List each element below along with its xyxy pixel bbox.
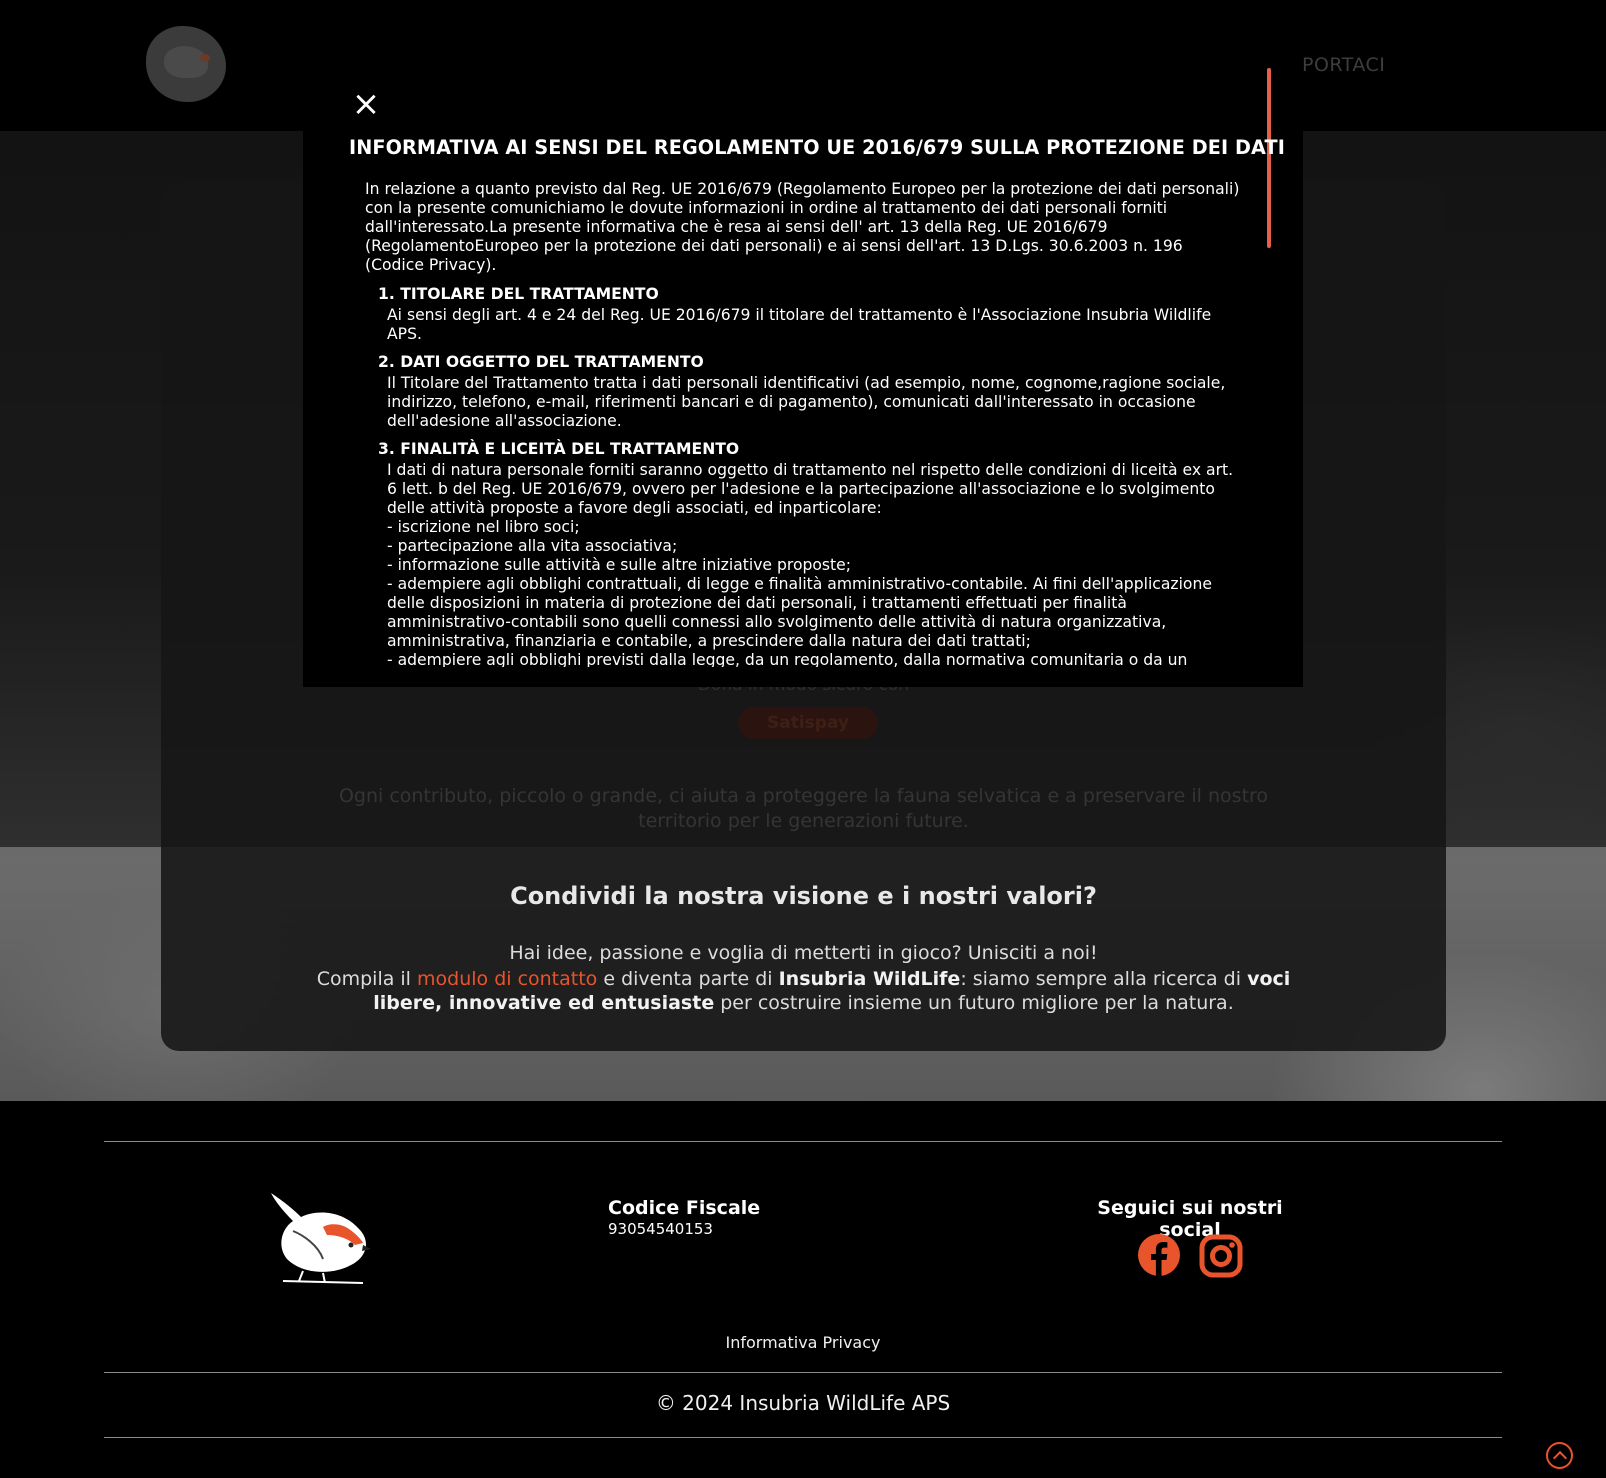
privacy-modal: × INFORMATIVA AI SENSI DEL REGOLAMENTO U… [303, 60, 1303, 687]
modal-section: 1. TITOLARE DEL TRATTAMENTO Ai sensi deg… [378, 285, 1245, 344]
footer-divider-middle [104, 1372, 1502, 1373]
share-line-2: Compila il modulo di contatto e diventa … [291, 967, 1316, 1015]
section-title: 2. DATI OGGETTO DEL TRATTAMENTO [378, 353, 704, 371]
social-title: Seguici sui nostri social [1097, 1197, 1283, 1241]
modal-intro: In relazione a quanto previsto dal Reg. … [365, 180, 1240, 274]
section-title: 3. FINALITÀ E LICEITÀ DEL TRATTAMENTO [378, 440, 740, 458]
footer-divider-top [104, 1141, 1502, 1142]
nav-item-portaci[interactable]: PORTACI [1302, 54, 1385, 76]
close-icon[interactable]: × [351, 87, 381, 121]
section-text: Ai sensi degli art. 4 e 24 del Reg. UE 2… [387, 306, 1212, 343]
satispay-button[interactable]: Satispay [738, 707, 878, 739]
codice-fiscale-value: 93054540153 [608, 1220, 713, 1238]
site-footer: Codice Fiscale 93054540153 Seguici sui n… [0, 1101, 1606, 1478]
modal-body: In relazione a quanto previsto dal Reg. … [365, 180, 1245, 667]
contact-form-link[interactable]: modulo di contatto [417, 968, 597, 990]
share-text-d: per costruire insieme un futuro migliore… [714, 992, 1234, 1014]
facebook-icon[interactable] [1138, 1234, 1180, 1276]
chevron-up-circle-icon[interactable] [1546, 1442, 1573, 1469]
bird-logo-icon [164, 46, 208, 78]
modal-title: INFORMATIVA AI SENSI DEL REGOLAMENTO UE … [349, 136, 1285, 159]
share-text-a: Compila il [316, 968, 418, 990]
section-text: Il Titolare del Trattamento tratta i dat… [387, 374, 1226, 430]
share-bold-org: Insubria WildLife [778, 968, 961, 990]
bird-crest-shape [200, 54, 210, 62]
modal-section: 2. DATI OGGETTO DEL TRATTAMENTO Il Titol… [378, 353, 1245, 431]
header-logo[interactable] [146, 26, 226, 102]
footer-divider-bottom [104, 1437, 1502, 1438]
copyright-text: © 2024 Insubria WildLife APS [655, 1391, 951, 1415]
instagram-icon[interactable] [1199, 1234, 1243, 1278]
bird-logo-icon[interactable] [263, 1187, 373, 1287]
share-text-c: : siamo sempre alla ricerca di [960, 968, 1248, 990]
modal-section: 3. FINALITÀ E LICEITÀ DEL TRATTAMENTO I … [378, 440, 1245, 667]
share-title: Condividi la nostra visione e i nostri v… [510, 882, 1097, 910]
section-text: I dati di natura personale forniti saran… [387, 461, 1234, 667]
contribution-text: Ogni contributo, piccolo o grande, ci ai… [338, 785, 1269, 832]
share-line-1: Hai idee, passione e voglia di metterti … [509, 942, 1098, 964]
share-text-b: e diventa parte di [597, 968, 779, 990]
codice-fiscale-title: Codice Fiscale [608, 1197, 761, 1219]
privacy-policy-link[interactable]: Informativa Privacy [0, 1333, 1606, 1352]
section-title: 1. TITOLARE DEL TRATTAMENTO [378, 285, 659, 303]
